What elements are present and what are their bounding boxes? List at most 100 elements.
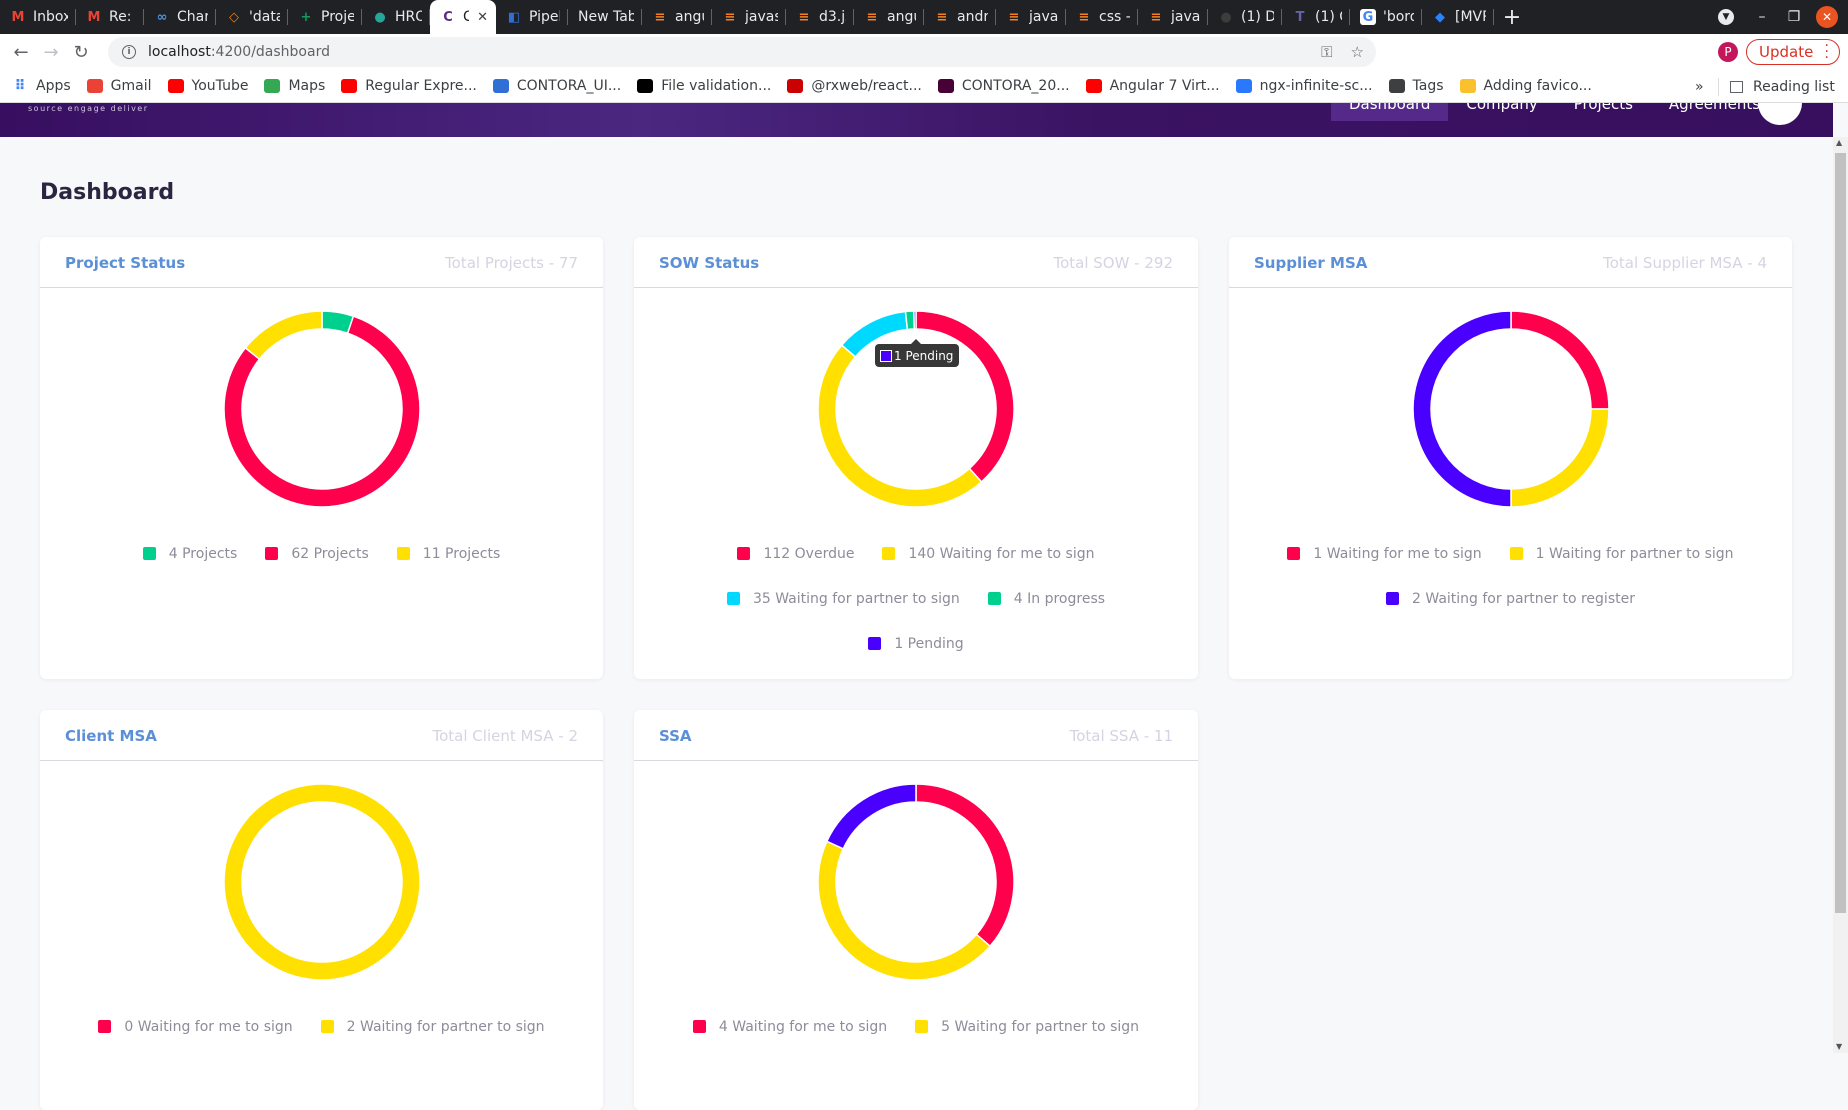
donut-slice[interactable] <box>915 310 1015 483</box>
stackoverflow-icon: ≡ <box>1150 9 1162 25</box>
legend-item[interactable]: 4 Waiting for me to sign <box>692 1017 887 1036</box>
legend-item[interactable]: 5 Waiting for partner to sign <box>915 1017 1139 1036</box>
legend-item[interactable]: 4 In progress <box>987 589 1105 608</box>
browser-tab[interactable]: ≡ andro <box>924 0 996 34</box>
tab-list: M Inbox M Re: [c ∞ Chart ◇ 'data + Proje ● HROr C Co ✕… <box>0 0 1494 34</box>
scroll-down-arrow-icon[interactable]: ▼ <box>1836 1042 1842 1051</box>
sow-status-card: SOW Status Total SOW - 292 112 Overdue 140 … <box>634 237 1198 679</box>
forward-button[interactable]: → <box>36 42 66 63</box>
browser-tab[interactable]: ≡ javas <box>712 0 786 34</box>
donut-slice[interactable] <box>913 310 917 330</box>
donut-chart[interactable] <box>222 782 422 982</box>
update-button[interactable]: Update · · · <box>1746 39 1840 65</box>
bookmark-label: ngx-infinite-sc... <box>1259 78 1373 94</box>
bookmark-item[interactable]: Adding favico... <box>1459 78 1592 94</box>
donut-slice[interactable] <box>817 344 983 508</box>
bookmark-item[interactable]: ngx-infinite-sc... <box>1235 78 1373 94</box>
donut-slice[interactable] <box>825 783 917 850</box>
bookmark-item[interactable]: ⠿ Apps <box>12 78 71 94</box>
legend-swatch <box>868 637 882 650</box>
donut-slice[interactable] <box>817 840 992 981</box>
donut-slice[interactable] <box>243 310 323 361</box>
reload-button[interactable]: ↻ <box>66 42 96 63</box>
browser-tab[interactable]: ● (1) D <box>1208 0 1282 34</box>
browser-tab[interactable]: G 'bord <box>1350 0 1422 34</box>
legend-item[interactable]: 0 Waiting for me to sign <box>98 1017 293 1036</box>
browser-tab[interactable]: M Inbox <box>0 0 76 34</box>
legend-item[interactable]: 1 Waiting for partner to sign <box>1509 544 1734 563</box>
tab-search-button[interactable]: ▼ <box>1718 9 1734 25</box>
kebab-menu-icon[interactable]: · · · <box>1825 39 1829 65</box>
donut-chart[interactable] <box>1411 309 1611 509</box>
nav-company[interactable]: Company <box>1448 103 1555 121</box>
url-bar[interactable]: i localhost:4200/dashboard ⚿ ☆ <box>108 37 1376 67</box>
legend-item[interactable]: 2 Waiting for partner to register <box>1386 589 1635 608</box>
close-tab-icon[interactable]: ✕ <box>477 10 488 25</box>
legend-item[interactable]: 1 Pending <box>868 634 964 653</box>
browser-tab[interactable]: ● HROr <box>362 0 430 34</box>
donut-chart[interactable] <box>222 309 422 509</box>
legend-item[interactable]: 2 Waiting for partner to sign <box>320 1017 545 1036</box>
browser-tab[interactable]: ≡ css - I <box>1066 0 1138 34</box>
bookmark-item[interactable]: Maps <box>264 78 325 94</box>
browser-tab[interactable]: ◇ 'data <box>216 0 288 34</box>
reading-list-button[interactable]: Reading list <box>1730 70 1835 103</box>
legend-item[interactable]: 4 Projects <box>142 544 237 563</box>
key-icon[interactable]: ⚿ <box>1321 43 1332 61</box>
hro-icon: ● <box>374 9 386 25</box>
donut-slice[interactable] <box>915 783 1015 948</box>
browser-tab[interactable]: ◆ [MVP <box>1422 0 1494 34</box>
bookmark-item[interactable]: Gmail <box>86 78 152 94</box>
legend-swatch <box>98 1020 112 1033</box>
bookmark-item[interactable]: CONTORA_UI... <box>492 78 621 94</box>
back-button[interactable]: ← <box>6 42 36 63</box>
browser-tab[interactable]: ∞ Chart <box>144 0 216 34</box>
bookmarks-overflow-button[interactable]: » <box>1695 70 1704 103</box>
browser-tab[interactable]: T (1) C <box>1282 0 1350 34</box>
scrollbar-thumb[interactable] <box>1835 153 1846 913</box>
bookmark-item[interactable]: Angular 7 Virt... <box>1085 78 1220 94</box>
page-scrollbar[interactable]: ▲ ▼ <box>1833 137 1848 1053</box>
scroll-up-arrow-icon[interactable]: ▲ <box>1836 138 1842 147</box>
donut-slice[interactable] <box>222 783 421 981</box>
browser-tab[interactable]: M Re: [c <box>76 0 144 34</box>
legend-item[interactable]: 112 Overdue <box>737 544 854 563</box>
legend-item[interactable]: 35 Waiting for partner to sign <box>726 589 960 608</box>
browser-tab[interactable]: C Co ✕ <box>430 0 496 34</box>
bookmark-item[interactable]: YouTube <box>167 78 248 94</box>
site-info-icon[interactable]: i <box>122 45 136 59</box>
minimize-button[interactable]: – <box>1746 9 1778 25</box>
legend-item[interactable]: 62 Projects <box>265 544 369 563</box>
browser-tab[interactable]: ≡ angu <box>854 0 924 34</box>
tooltip-label: 1 Pending <box>894 348 954 363</box>
new-tab-button[interactable]: + <box>1494 5 1530 30</box>
browser-tab[interactable]: + Proje <box>288 0 362 34</box>
legend-item[interactable]: 1 Waiting for me to sign <box>1287 544 1482 563</box>
restore-button[interactable]: ❐ <box>1778 9 1810 25</box>
browser-tab[interactable]: ≡ javas <box>996 0 1066 34</box>
bookmark-item[interactable]: CONTORA_20... <box>937 78 1070 94</box>
bookmark-item[interactable]: Regular Expre... <box>341 78 477 94</box>
user-avatar[interactable] <box>1758 103 1802 125</box>
card-header: SOW Status Total SOW - 292 <box>634 237 1198 288</box>
donut-slice[interactable] <box>1509 310 1610 410</box>
close-window-button[interactable]: ✕ <box>1816 6 1838 28</box>
legend-item[interactable]: 11 Projects <box>396 544 500 563</box>
donut-chart[interactable] <box>816 782 1016 982</box>
legend-item[interactable]: 140 Waiting for me to sign <box>882 544 1095 563</box>
browser-tab[interactable]: ≡ angu <box>642 0 712 34</box>
donut-slice[interactable] <box>1411 310 1512 508</box>
nav-projects[interactable]: Projects <box>1556 103 1651 121</box>
nav-dashboard[interactable]: Dashboard <box>1331 103 1449 121</box>
bookmark-item[interactable]: Tags <box>1388 78 1444 94</box>
browser-tab[interactable]: ≡ javas <box>1138 0 1208 34</box>
bookmark-star-icon[interactable]: ☆ <box>1351 43 1364 61</box>
donut-slice[interactable] <box>1509 408 1610 508</box>
browser-tab[interactable]: ◧ Pipeli <box>496 0 568 34</box>
bookmark-item[interactable]: @rxweb/react... <box>787 78 922 94</box>
browser-tab[interactable]: ≡ d3.js <box>786 0 854 34</box>
bookmark-item[interactable]: File validation... <box>637 78 771 94</box>
profile-avatar[interactable]: P <box>1718 42 1738 62</box>
browser-tab[interactable]: New Tab <box>568 0 642 34</box>
donut-slice[interactable] <box>904 310 916 331</box>
